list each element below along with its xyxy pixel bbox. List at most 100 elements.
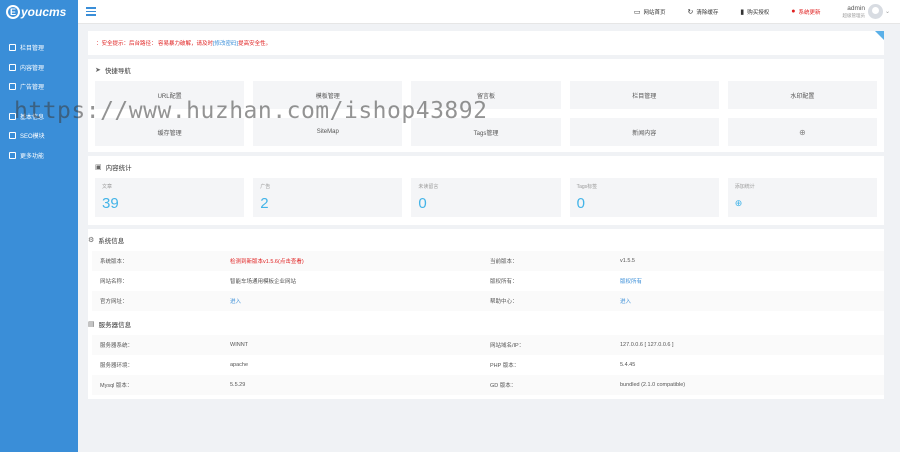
alert-icon: ● xyxy=(791,8,796,15)
stat-tags[interactable]: Tags标签 0 xyxy=(569,178,719,217)
site-home-link[interactable]: ▭ 网站首页 xyxy=(634,8,666,16)
admin-name: admin xyxy=(847,4,865,12)
quick-url-config[interactable]: URL配置 xyxy=(95,81,245,109)
security-alert: ：安全提示：后台路径： 容易暴力破解，请及时 [修改密码] 提高安全性。 xyxy=(88,31,884,55)
alert-text: ：安全提示：后台路径： 容易暴力破解，请及时 xyxy=(96,41,214,47)
sidebar-item-label: 广告管理 xyxy=(20,85,45,92)
stat-label: Tags标签 xyxy=(576,184,598,190)
link-label: 系统更新 xyxy=(798,9,821,16)
sidebar-item-more[interactable]: 更多功能 xyxy=(0,146,78,166)
quick-add-button[interactable]: ⊕ xyxy=(727,118,877,146)
stat-ads[interactable]: 广告 2 xyxy=(253,178,403,217)
sidebar: E youcms 栏目管理 内容管理 广告管理 基本信息 SEO模块 更多功能 xyxy=(0,0,78,452)
stat-value: 0 xyxy=(576,195,585,212)
cell-value: 127.0.0.6 [ 127.0.0.6 ] xyxy=(620,342,674,348)
cell-label: 当前版本： xyxy=(490,259,518,265)
buy-license-link[interactable]: ▮ 购买授权 xyxy=(740,8,769,16)
cell-value: WINNT xyxy=(230,342,249,348)
cell-value: apache xyxy=(230,362,249,368)
avatar[interactable] xyxy=(867,4,883,19)
cell-label: 网站名称： xyxy=(100,279,128,285)
topbar: ▭ 网站首页 ↻ 清除缓存 ▮ 购买授权 ● 系统更新 admin 超级管理员 ⌄ xyxy=(78,0,900,24)
sidebar-item-seo[interactable]: SEO模块 xyxy=(0,126,78,146)
quick-columns[interactable]: 栏目管理 xyxy=(569,81,719,109)
table-row: 系统版本： 检测到新版本v1.5.6(点击查看) 当前版本： v1.5.5 xyxy=(92,251,884,271)
brand-logo[interactable]: E youcms xyxy=(0,0,78,24)
clear-cache-link[interactable]: ↻ 清除缓存 xyxy=(687,8,718,16)
stat-label: 未读留言 xyxy=(418,184,439,190)
table-row: 服务器系统： WINNT 网站域名/IP： 127.0.0.6 [ 127.0.0.6… xyxy=(92,335,884,355)
admin-info: admin 超级管理员 xyxy=(842,5,865,19)
cell-label: 网站域名/IP： xyxy=(490,343,525,349)
add-circle-icon: ⊕ xyxy=(799,127,806,137)
quick-watermark[interactable]: 水印配置 xyxy=(727,81,877,109)
sidebar-nav: 栏目管理 内容管理 广告管理 基本信息 SEO模块 更多功能 xyxy=(0,38,78,165)
stat-value: 0 xyxy=(418,195,427,212)
stat-label: 广告 xyxy=(260,184,271,190)
stats-panel: ▣ 内容统计 文章 39 广告 2 未读留言 0 Tags标签 0 添加统计 ⊕ xyxy=(88,156,884,225)
stat-label: 添加统计 xyxy=(734,184,755,190)
server-icon: ▤ xyxy=(88,321,95,328)
panel-title: ▤ 服务器信息 xyxy=(88,313,884,335)
table-row: 服务器环境： apache PHP 版本： 5.4.45 xyxy=(92,355,884,375)
chevron-down-icon[interactable]: ⌄ xyxy=(885,8,890,15)
stats-title: 内容统计 xyxy=(105,165,132,172)
cell-value: 5.4.45 xyxy=(620,362,636,368)
stat-articles[interactable]: 文章 39 xyxy=(95,178,245,217)
quick-template[interactable]: 模板管理 xyxy=(253,81,403,109)
gear-icon: ⚙ xyxy=(88,237,95,244)
change-password-link[interactable]: [修改密码] xyxy=(213,39,238,47)
panel-title: ▣ 内容统计 xyxy=(95,156,877,178)
stats-grid: 文章 39 广告 2 未读留言 0 Tags标签 0 添加统计 ⊕ xyxy=(95,178,877,217)
stat-add[interactable]: 添加统计 ⊕ xyxy=(727,178,877,217)
link-label: 清除缓存 xyxy=(696,9,719,16)
cell-label: 帮助中心： xyxy=(490,299,518,305)
sidebar-item-columns[interactable]: 栏目管理 xyxy=(0,38,78,58)
more-icon xyxy=(9,151,16,159)
help-center-link[interactable]: 进入 xyxy=(612,297,884,305)
folder-icon xyxy=(9,44,16,52)
ad-icon xyxy=(9,83,16,91)
cell-label: Mysql 版本： xyxy=(100,383,133,389)
panel-title: ➤ 快捷导航 xyxy=(95,59,877,81)
send-icon: ➤ xyxy=(95,67,101,74)
quick-nav-grid: URL配置 模板管理 留言板 栏目管理 水印配置 缓存管理 SiteMap Ta… xyxy=(95,81,877,146)
logo-text: youcms xyxy=(21,5,67,19)
sidebar-item-label: 基本信息 xyxy=(20,114,45,121)
sidebar-item-basic-info[interactable]: 基本信息 xyxy=(0,107,78,127)
cell-label: GD 版本： xyxy=(490,383,517,389)
logo-mark-icon: E xyxy=(6,5,20,19)
quick-news[interactable]: 新闻内容 xyxy=(569,118,719,146)
sidebar-item-label: 更多功能 xyxy=(20,153,45,160)
new-version-link[interactable]: 检测到新版本v1.5.6(点击查看) xyxy=(222,257,482,265)
quick-tags[interactable]: Tags管理 xyxy=(411,118,561,146)
sidebar-item-ads[interactable]: 广告管理 xyxy=(0,77,78,97)
system-update-link[interactable]: ● 系统更新 xyxy=(791,8,820,16)
cell-label: 服务器环境： xyxy=(100,363,134,369)
cell-label: 系统版本： xyxy=(100,259,128,265)
menu-toggle-icon[interactable] xyxy=(86,7,96,16)
monitor-icon: ▭ xyxy=(633,8,641,16)
quick-sitemap[interactable]: SiteMap xyxy=(253,118,403,146)
document-icon xyxy=(9,63,16,71)
seo-icon xyxy=(9,132,16,140)
official-site-link[interactable]: 进入 xyxy=(222,297,482,305)
table-row: 网站名称： 智能车场通用模板企业网站 版权所有： 版权所有 xyxy=(92,271,884,291)
server-title: 服务器信息 xyxy=(98,322,132,329)
sidebar-item-content[interactable]: 内容管理 xyxy=(0,58,78,78)
table-row: 官方网址： 进入 帮助中心： 进入 xyxy=(92,291,884,311)
sidebar-item-label: 栏目管理 xyxy=(20,46,45,53)
system-title: 系统信息 xyxy=(98,238,125,245)
copyright-link[interactable]: 版权所有 xyxy=(612,277,884,285)
quick-nav-title: 快捷导航 xyxy=(104,68,131,75)
cell-label: 官方网址： xyxy=(100,299,128,305)
stat-messages[interactable]: 未读留言 0 xyxy=(411,178,561,217)
quick-guestbook[interactable]: 留言板 xyxy=(411,81,561,109)
quick-cache[interactable]: 缓存管理 xyxy=(95,118,245,146)
sidebar-item-label: SEO模块 xyxy=(20,134,45,141)
main-content: ：安全提示：后台路径： 容易暴力破解，请及时 [修改密码] 提高安全性。 ➤ 快捷… xyxy=(88,31,884,399)
cell-label: 版权所有： xyxy=(490,279,518,285)
admin-menu[interactable]: admin 超级管理员 ⌄ xyxy=(842,4,890,19)
cell-value: 智能车场通用模板企业网站 xyxy=(230,279,297,285)
add-circle-icon: ⊕ xyxy=(734,198,743,208)
